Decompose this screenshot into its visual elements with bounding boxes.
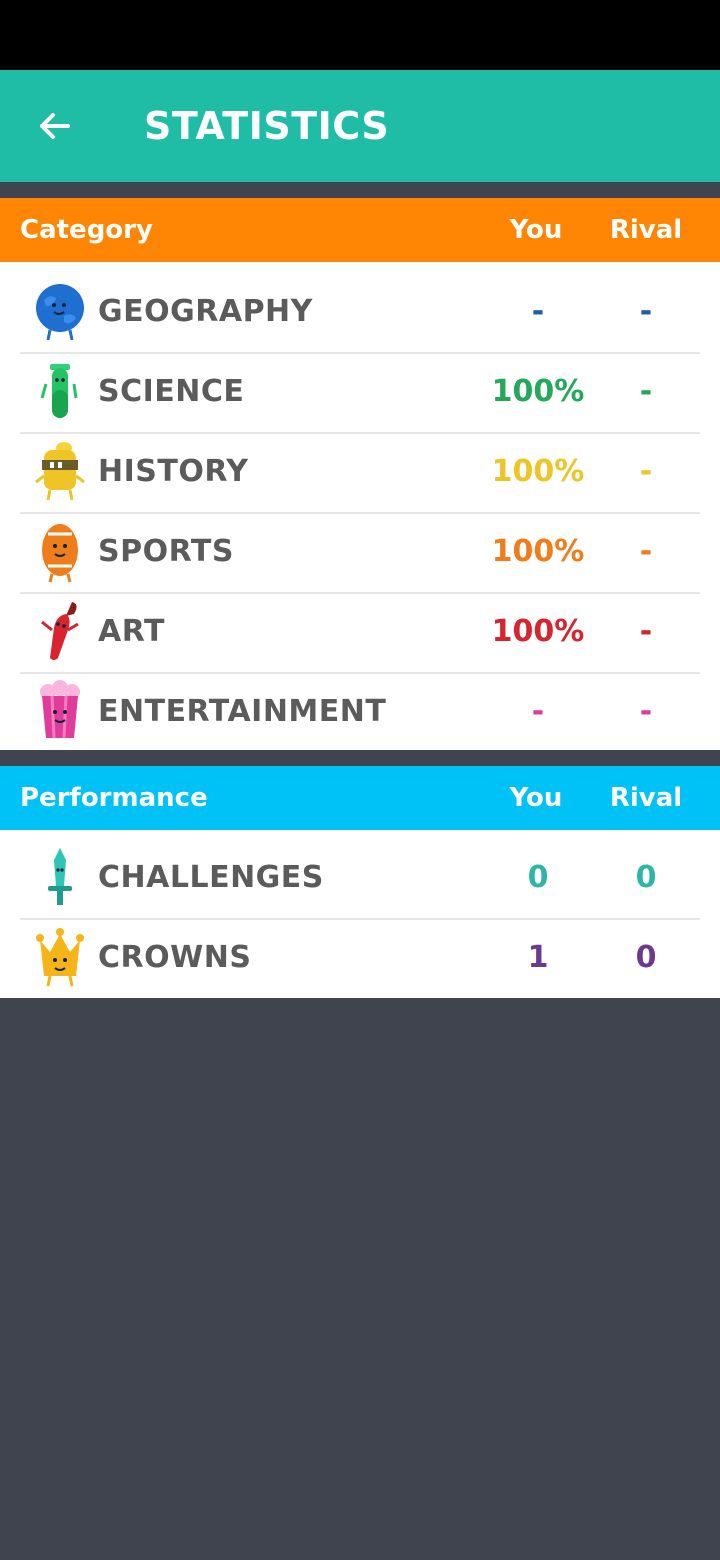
globe-character-icon [36, 284, 84, 341]
status-bar [0, 0, 720, 70]
category-row-sports[interactable]: SPORTS 100% - [0, 512, 720, 592]
test-tube-character-icon [40, 364, 78, 418]
rival-value: - [639, 534, 653, 569]
you-value: - [531, 294, 545, 329]
performance-name: CROWNS [98, 940, 252, 975]
you-value: 1 [527, 940, 549, 975]
paintbrush-character-icon [41, 602, 79, 660]
performance-row-crowns[interactable]: CROWNS 1 0 [0, 918, 720, 998]
rival-column-label: Rival [609, 783, 683, 813]
category-name: SPORTS [98, 534, 234, 569]
category-stats-list: GEOGRAPHY - - SCIENCE 100% - HISTORY 100… [0, 262, 720, 750]
you-value: 100% [491, 614, 585, 649]
page-title: STATISTICS [144, 104, 390, 148]
you-column-label: You [509, 215, 563, 245]
rival-value: 0 [635, 940, 657, 975]
you-value: 100% [491, 454, 585, 489]
rival-value: - [639, 694, 653, 729]
category-table-header: Category You Rival [0, 198, 720, 262]
rival-value: 0 [635, 860, 657, 895]
category-row-science[interactable]: SCIENCE 100% - [0, 352, 720, 432]
you-value: 0 [527, 860, 549, 895]
arrow-left-icon [40, 113, 70, 139]
category-row-entertainment[interactable]: ENTERTAINMENT - - [0, 672, 720, 752]
category-name: ENTERTAINMENT [98, 694, 387, 729]
category-row-art[interactable]: ART 100% - [0, 592, 720, 672]
back-button[interactable] [24, 96, 84, 156]
you-column-label: You [509, 783, 563, 813]
rival-value: - [639, 374, 653, 409]
app-bar: STATISTICS [0, 70, 720, 182]
you-value: 100% [491, 534, 585, 569]
category-column-label: Category [20, 215, 153, 245]
performance-table-header: Performance You Rival [0, 766, 720, 830]
knight-helmet-character-icon [35, 442, 85, 501]
popcorn-character-icon [40, 680, 80, 739]
performance-row-challenges[interactable]: CHALLENGES 0 0 [0, 838, 720, 918]
sword-character-icon [48, 848, 72, 905]
category-row-history[interactable]: HISTORY 100% - [0, 432, 720, 512]
rival-value: - [639, 454, 653, 489]
you-value: - [531, 694, 545, 729]
performance-name: CHALLENGES [98, 860, 324, 895]
football-character-icon [42, 524, 78, 583]
rival-value: - [639, 614, 653, 649]
performance-stats-list: CHALLENGES 0 0 CROWNS 1 0 [0, 830, 720, 998]
category-name: HISTORY [98, 454, 249, 489]
rival-column-label: Rival [609, 215, 683, 245]
rival-value: - [639, 294, 653, 329]
performance-column-label: Performance [20, 783, 208, 813]
category-name: SCIENCE [98, 374, 245, 409]
you-value: 100% [491, 374, 585, 409]
crown-character-icon [36, 928, 84, 987]
category-name: ART [98, 614, 165, 649]
category-name: GEOGRAPHY [98, 294, 313, 329]
category-row-geography[interactable]: GEOGRAPHY - - [0, 272, 720, 352]
